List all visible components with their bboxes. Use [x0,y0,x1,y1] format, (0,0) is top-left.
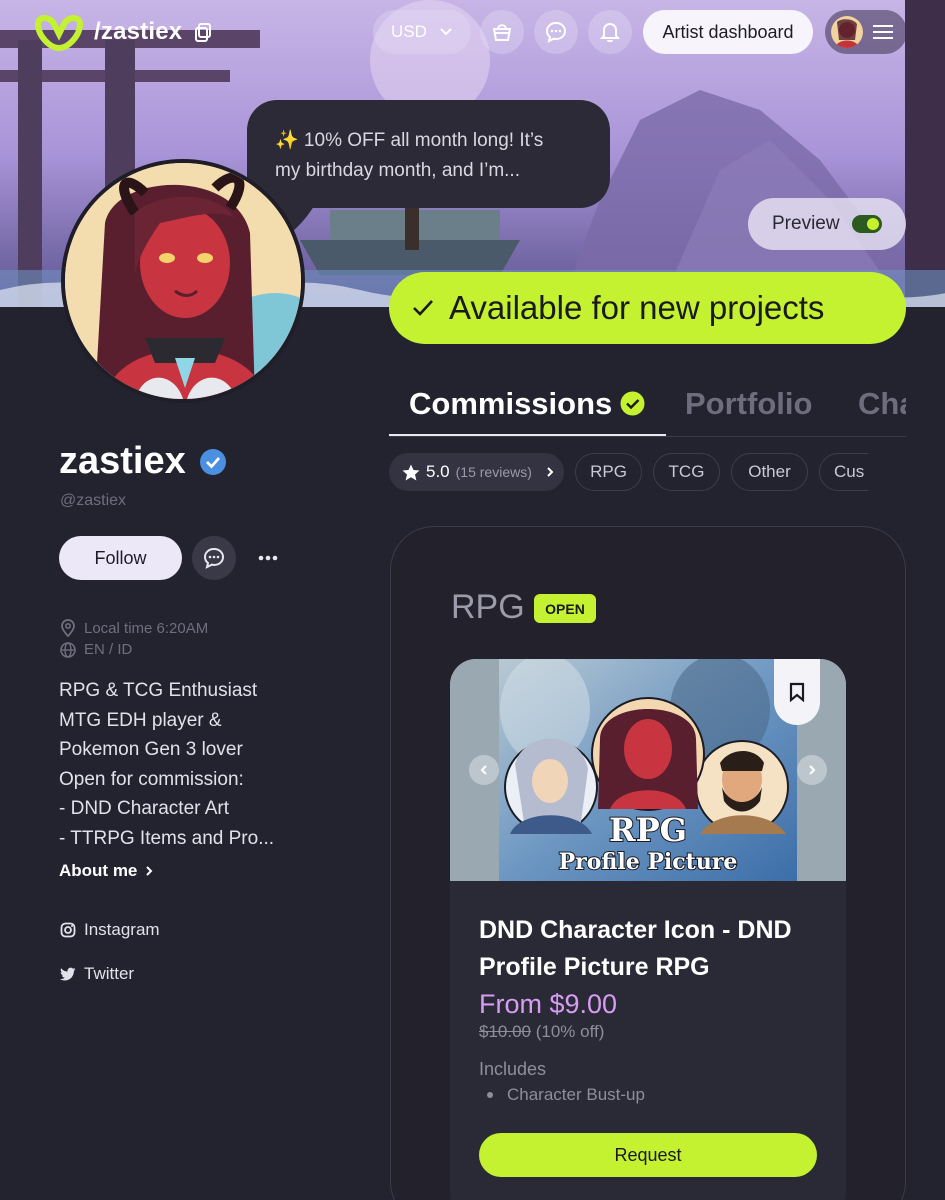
chat-icon [545,21,567,43]
preview-label: Preview [772,213,840,234]
notifications-button[interactable] [588,10,632,54]
chevron-left-icon [480,765,487,775]
verified-badge-icon [200,449,226,475]
bell-icon [600,22,620,43]
page-handle-title[interactable]: /zastiex [94,18,182,46]
original-price: $10.00 [479,1022,531,1041]
includes-label: Includes [479,1059,547,1079]
bio-line: Open for commission: [59,768,244,790]
content-fade [450,1104,846,1134]
about-me-label: About me [59,861,138,880]
bullet-icon [487,1092,493,1098]
profile-tabs: Commissions Portfolio Cha [389,380,906,437]
tab-active-indicator [389,434,666,436]
chevron-right-icon [809,765,816,775]
status-badge: OPEN [534,594,596,623]
check-icon [413,300,433,316]
chevron-down-icon [440,28,452,36]
toggle-switch-icon[interactable] [851,215,882,233]
tab-portfolio[interactable]: Portfolio [685,386,812,422]
image-next-button[interactable] [797,755,827,785]
instagram-icon [60,922,76,938]
profile-avatar[interactable] [61,159,305,403]
image-title-line-1: RPG [609,811,687,849]
about-me-link[interactable]: About me [59,861,153,881]
rating-chip[interactable]: 5.0 (15 reviews) [389,453,564,491]
filter-chip-custom[interactable]: Cus [819,453,868,491]
twitter-label: Twitter [84,964,135,983]
preview-toggle[interactable]: Preview [748,198,906,250]
currency-selector[interactable]: USD [373,10,471,54]
languages-text: EN / ID [84,641,133,658]
more-dots-icon [258,555,278,561]
tab-commissions[interactable]: Commissions [409,386,612,422]
follow-button[interactable]: Follow [59,536,182,580]
bookmark-icon [789,682,805,702]
hamburger-icon [873,25,893,39]
commission-image[interactable]: RPG Profile Picture [450,659,846,881]
bio-line: MTG EDH player & [59,709,222,731]
discount-text: (10% off) [535,1022,605,1041]
bio-line: Pokemon Gen 3 lover [59,739,243,760]
twitter-icon [60,967,76,981]
star-icon [402,464,420,480]
announcement-line-1: ✨ 10% OFF all month long! It’s [275,130,544,151]
availability-status[interactable]: Available for new projects [389,272,906,344]
announcement-line-2: my birthday month, and I’m... [275,160,520,181]
chat-icon [203,547,225,569]
commission-price: From $9.00 [479,989,618,1019]
includes-item-label: Character Bust-up [507,1085,645,1104]
request-button[interactable]: Request [479,1133,817,1177]
announcement-bubble[interactable]: ✨ 10% OFF all month long! It’s my birthd… [247,100,610,208]
languages-row: EN / ID [60,641,132,658]
avatar [831,16,863,48]
logo-icon[interactable] [34,12,84,52]
basket-button[interactable] [480,10,524,54]
commission-title[interactable]: DND Character Icon - DND Profile Picture… [479,912,819,986]
image-title-line-2: Profile Picture [559,849,738,875]
filter-chip-tcg[interactable]: TCG [653,453,720,491]
artist-dashboard-button[interactable]: Artist dashboard [643,10,813,54]
commission-card[interactable]: RPG Profile Picture DND Character Icon -… [450,659,846,1200]
filter-chips: 5.0 (15 reviews) RPG TCG Other Cus [389,453,868,493]
bio-line: - TTRPG Items and Pro... [59,827,275,849]
reviews-count: (15 reviews) [455,464,532,480]
basket-icon [492,24,512,41]
chevron-right-icon [146,866,153,876]
image-prev-button[interactable] [469,755,499,785]
local-time-text: Local time 6:20AM [84,619,209,637]
messages-button[interactable] [534,10,578,54]
currency-label: USD [391,22,427,41]
instagram-link[interactable]: Instagram [60,920,160,940]
rating-value: 5.0 [426,462,450,481]
local-time-row: Local time 6:20AM [60,619,208,637]
twitter-link[interactable]: Twitter [60,964,134,984]
bookmark-button[interactable] [774,659,820,725]
check-badge-icon [620,391,645,416]
bio-line: RPG & TCG Enthusiast [59,680,258,701]
filter-chip-other[interactable]: Other [731,453,808,491]
bio-line: - DND Character Art [59,798,229,819]
includes-item: Character Bust-up [487,1085,645,1105]
section-title: RPG [451,588,525,626]
commission-old-price: $10.00 (10% off) [479,1022,604,1042]
profile-name: zastiex [59,440,186,482]
availability-label: Available for new projects [449,289,825,326]
account-menu-button[interactable] [825,10,907,54]
filter-chip-rpg[interactable]: RPG [575,453,642,491]
profile-bio: RPG & TCG Enthusiast MTG EDH player & Po… [59,676,299,853]
more-options-button[interactable] [255,545,281,571]
profile-handle: @zastiex [60,492,127,509]
copy-icon[interactable] [193,22,213,42]
chevron-right-icon [547,467,554,477]
message-button[interactable] [192,536,236,580]
globe-icon [60,641,76,658]
instagram-label: Instagram [84,920,160,939]
location-pin-icon [61,619,75,637]
tab-chat[interactable]: Cha [858,386,906,422]
top-nav: /zastiex USD Artist dashboard [0,0,945,64]
